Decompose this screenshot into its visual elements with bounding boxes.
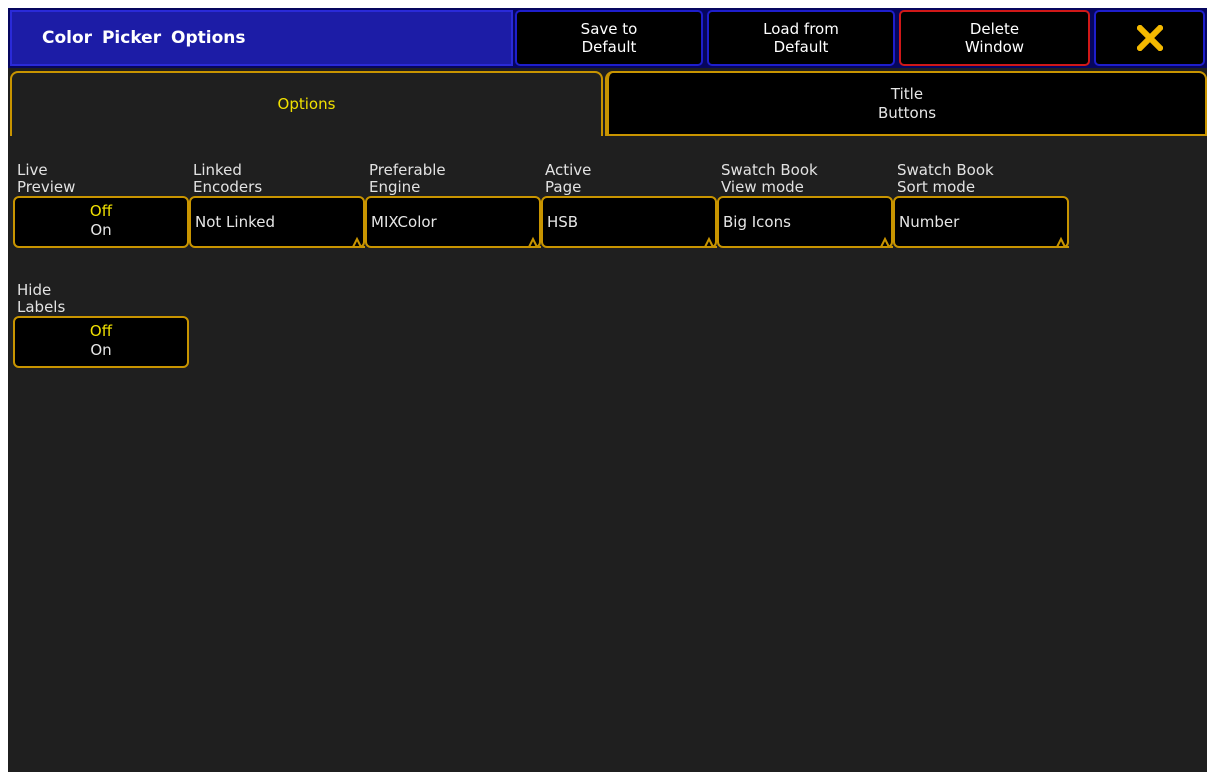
save-to-default-button[interactable]: Save to Default <box>515 10 703 66</box>
hide-labels-label: Hide Labels <box>17 281 66 316</box>
load-from-default-button[interactable]: Load from Default <box>707 10 895 66</box>
tab-options[interactable]: Options <box>10 71 603 136</box>
hide-labels-option-off[interactable]: Off <box>15 322 187 341</box>
swatch-book-sort-mode-field: Swatch Book Sort mode Number <box>893 162 1069 248</box>
hide-labels-field: Hide Labels Off On <box>13 282 189 368</box>
swatch-book-sort-mode-value: Number <box>899 213 960 231</box>
linked-encoders-label: Linked Encoders <box>193 161 263 196</box>
color-picker-options-window: Color Picker Options Save to Default Loa… <box>8 8 1207 772</box>
swatch-book-sort-mode-label: Swatch Book Sort mode <box>897 161 994 196</box>
swatch-book-sort-mode-select[interactable]: Number <box>893 196 1069 248</box>
linked-encoders-field: Linked Encoders Not Linked <box>189 162 365 248</box>
close-icon <box>1136 25 1163 51</box>
title-bar: Color Picker Options Save to Default Loa… <box>8 8 1207 68</box>
swatch-book-view-mode-label: Swatch Book View mode <box>721 161 818 196</box>
hide-labels-toggle[interactable]: Off On <box>13 316 189 368</box>
dropdown-notch-icon <box>699 236 717 248</box>
preferable-engine-select[interactable]: MIXColor <box>365 196 541 248</box>
dropdown-notch-icon <box>347 236 365 248</box>
swatch-book-view-mode-select[interactable]: Big Icons <box>717 196 893 248</box>
tab-title-buttons[interactable]: Title Buttons <box>605 71 1207 136</box>
dropdown-notch-icon <box>1051 236 1069 248</box>
dropdown-notch-icon <box>523 236 541 248</box>
live-preview-toggle[interactable]: Off On <box>13 196 189 248</box>
preferable-engine-field: Preferable Engine MIXColor <box>365 162 541 248</box>
linked-encoders-select[interactable]: Not Linked <box>189 196 365 248</box>
live-preview-label: Live Preview <box>17 161 76 196</box>
hide-labels-option-on[interactable]: On <box>15 341 187 360</box>
close-button[interactable] <box>1094 10 1205 66</box>
live-preview-option-off[interactable]: Off <box>15 202 187 221</box>
live-preview-field: Live Preview Off On <box>13 162 189 248</box>
linked-encoders-value: Not Linked <box>195 213 275 231</box>
window-title: Color Picker Options <box>10 10 513 66</box>
delete-window-button[interactable]: Delete Window <box>899 10 1090 66</box>
active-page-value: HSB <box>547 213 579 231</box>
live-preview-option-on[interactable]: On <box>15 221 187 240</box>
preferable-engine-label: Preferable Engine <box>369 161 446 196</box>
dropdown-notch-icon <box>875 236 893 248</box>
active-page-field: Active Page HSB <box>541 162 717 248</box>
swatch-book-view-mode-field: Swatch Book View mode Big Icons <box>717 162 893 248</box>
swatch-book-view-mode-value: Big Icons <box>723 213 791 231</box>
active-page-label: Active Page <box>545 161 592 196</box>
preferable-engine-value: MIXColor <box>371 213 437 231</box>
active-page-select[interactable]: HSB <box>541 196 717 248</box>
